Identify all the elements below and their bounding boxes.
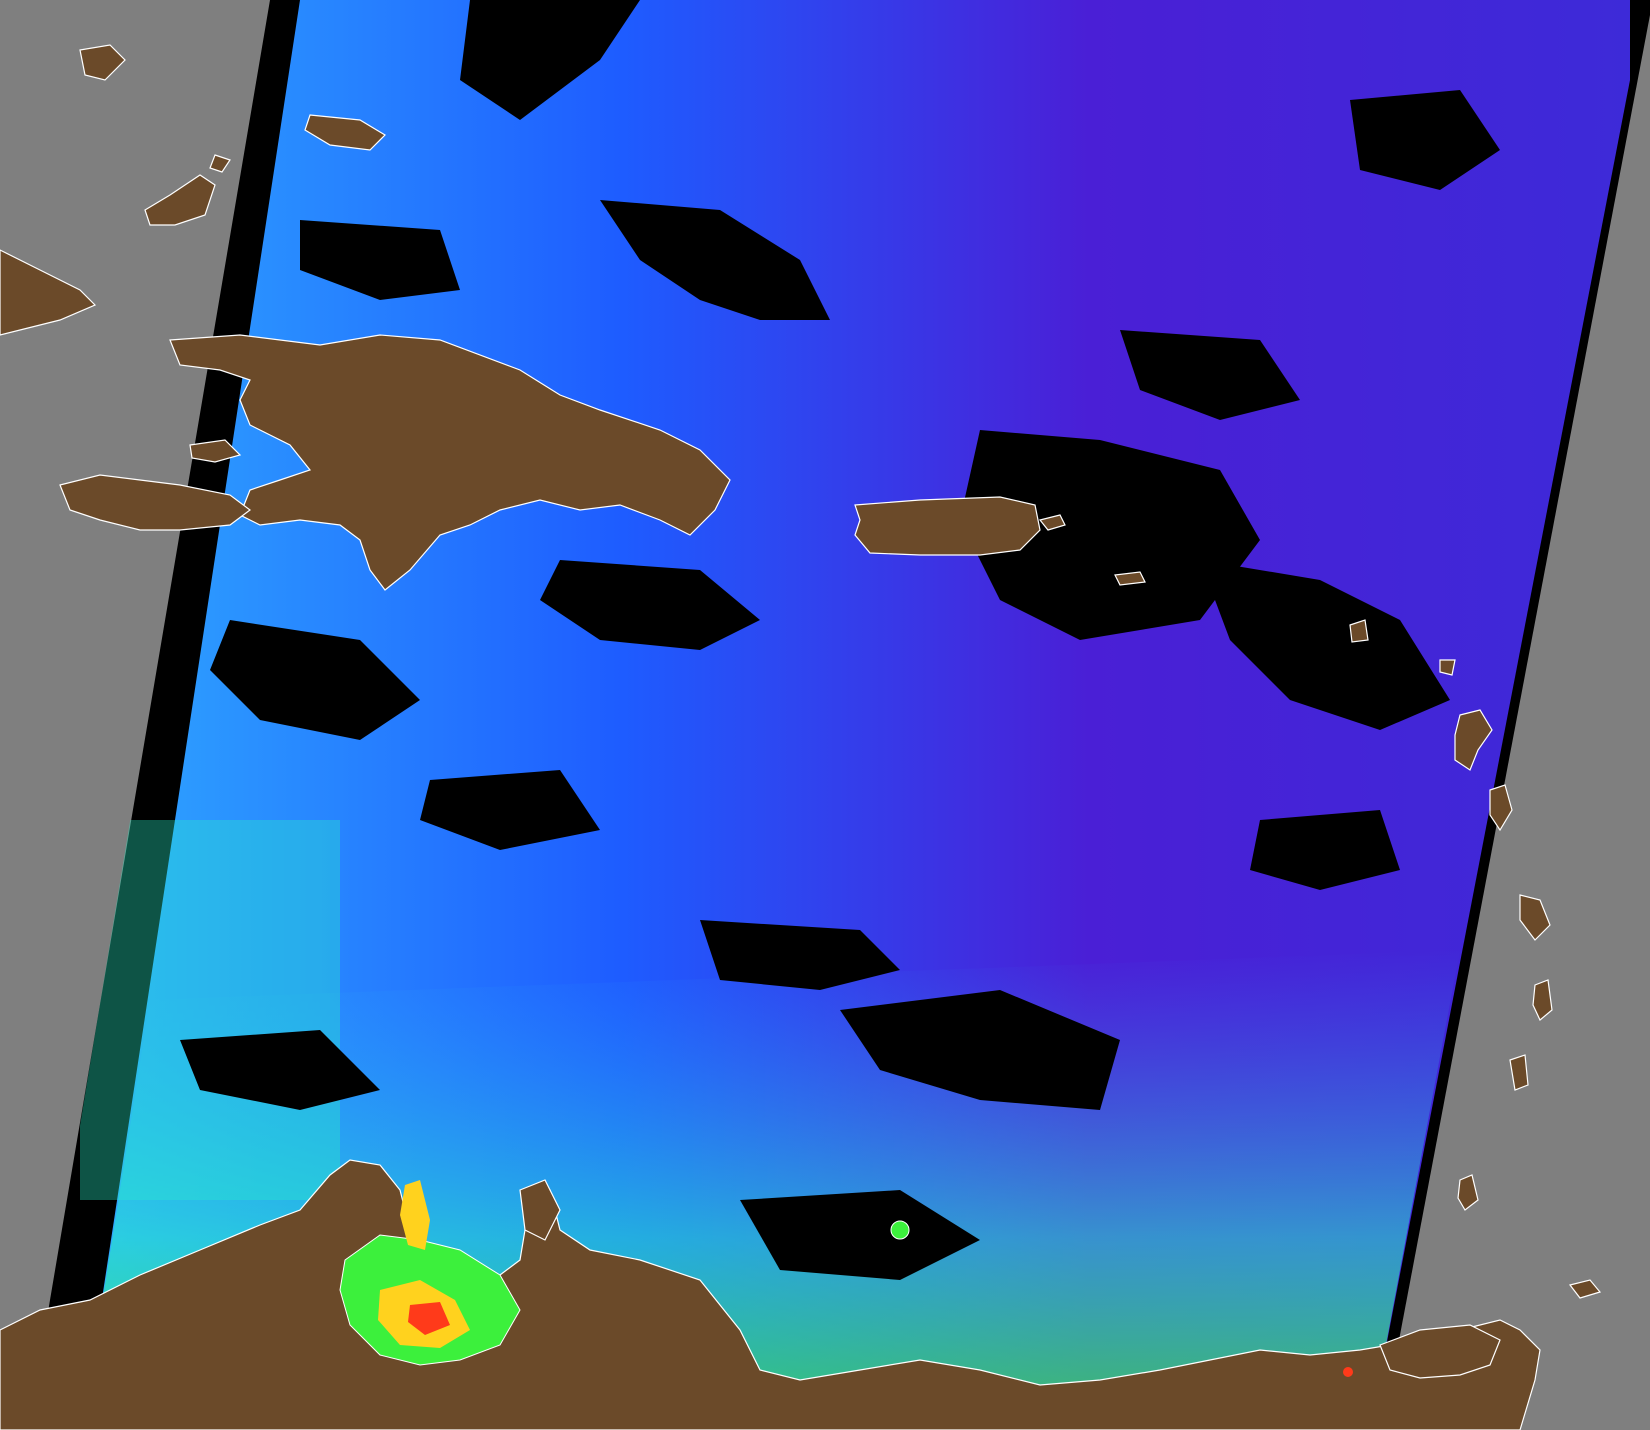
st-croix <box>1114 571 1146 586</box>
coastal-bloom-spot-trinidad <box>1343 1367 1353 1377</box>
chlorophyll-map <box>0 0 1650 1430</box>
puerto-rico <box>854 496 1041 556</box>
small-island-ne2 <box>1439 659 1456 676</box>
coastal-bloom-spot <box>890 1220 910 1240</box>
